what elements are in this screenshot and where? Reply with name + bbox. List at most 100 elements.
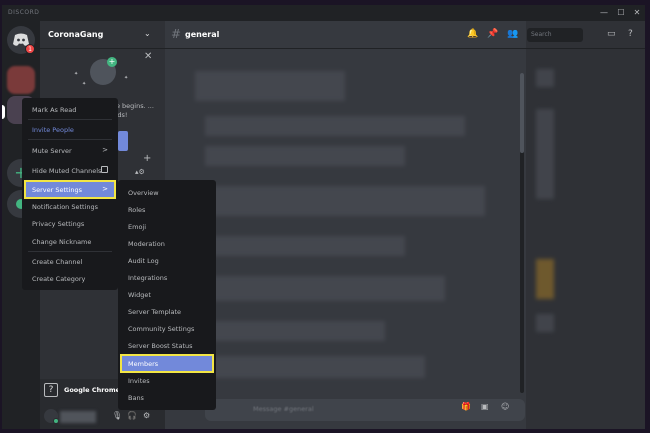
menu-item-invite-people[interactable]: Invite People <box>26 122 114 137</box>
submenu-item-widget[interactable]: Widget <box>122 287 212 302</box>
welcome-illustration: + <box>90 57 117 85</box>
menu-item-hide-muted-channels[interactable]: Hide Muted Channels <box>26 163 114 178</box>
chevron-down-icon: ⌄ <box>144 29 151 38</box>
channel-header: # general 🔔 📌 👥 Search ▭ ? <box>165 21 645 49</box>
discord-window: DISCORD — ☐ ✕ 1 + CoronaGang ⌄ ✕ + ✦ ✦ ✦… <box>2 5 645 429</box>
submenu-item-server-template[interactable]: Server Template <box>122 304 212 319</box>
chevron-right-icon: > <box>102 146 108 154</box>
server-name: CoronaGang <box>48 30 104 39</box>
menu-item-label: Privacy Settings <box>32 220 85 228</box>
inbox-icon[interactable]: ▭ <box>607 29 616 39</box>
submenu-item-server-boost-status[interactable]: Server Boost Status <box>122 338 212 353</box>
menu-divider <box>28 139 112 140</box>
home-button[interactable]: 1 <box>7 26 35 54</box>
menu-divider <box>28 251 112 252</box>
username-blurred <box>60 411 96 423</box>
add-channel-icon[interactable]: + <box>143 153 151 164</box>
user-settings-icon[interactable]: ▴⚙ <box>135 168 145 176</box>
submenu-item-roles[interactable]: Roles <box>122 202 212 217</box>
avatar[interactable] <box>44 409 59 424</box>
menu-item-server-settings[interactable]: Server Settings > <box>24 180 116 199</box>
close-icon[interactable]: ✕ <box>144 51 152 62</box>
submenu-item-integrations[interactable]: Integrations <box>122 270 212 285</box>
menu-item-label: Hide Muted Channels <box>32 167 102 175</box>
minimize-button[interactable]: — <box>598 6 610 20</box>
message-blurred <box>205 186 485 216</box>
members-icon[interactable]: 👥 <box>507 29 518 39</box>
headphones-icon[interactable]: 🎧 <box>127 411 137 420</box>
message-blurred <box>205 356 425 378</box>
submenu-item-community-settings[interactable]: Community Settings <box>122 321 212 336</box>
menu-item-label: Mark As Read <box>32 106 77 114</box>
menu-item-label: Change Nickname <box>32 238 92 246</box>
microphone-icon[interactable]: 🎙 <box>112 411 122 420</box>
menu-item-create-channel[interactable]: Create Channel <box>26 254 114 269</box>
message-blurred <box>205 146 405 166</box>
plus-icon: + <box>107 57 117 67</box>
message-blurred <box>205 321 385 341</box>
sparkle-icon: ✦ <box>82 81 87 87</box>
message-blurred <box>205 276 445 301</box>
server-settings-submenu: Overview Roles Emoji Moderation Audit Lo… <box>118 180 216 410</box>
chat-scrollbar[interactable] <box>520 73 524 393</box>
menu-item-create-category[interactable]: Create Category <box>26 271 114 286</box>
menu-item-mute-server[interactable]: Mute Server > <box>26 143 114 158</box>
bell-icon[interactable]: 🔔 <box>467 29 478 39</box>
message-blurred <box>205 236 405 256</box>
close-button[interactable]: ✕ <box>631 6 643 20</box>
member-blurred <box>536 314 554 332</box>
menu-item-label: Create Channel <box>32 258 83 266</box>
menu-item-label: Notification Settings <box>32 203 99 211</box>
welcome-button[interactable] <box>118 131 128 151</box>
gear-icon[interactable]: ⚙ <box>143 411 150 420</box>
gif-icon[interactable]: ▣ <box>481 402 489 411</box>
member-list <box>526 49 645 429</box>
maximize-button[interactable]: ☐ <box>615 6 627 20</box>
server-selected-pill <box>2 105 5 119</box>
online-status-icon <box>53 418 59 424</box>
submenu-item-members[interactable]: Members <box>120 354 214 373</box>
emoji-icon[interactable]: ☺ <box>501 402 509 411</box>
menu-item-label: Mute Server <box>32 147 72 155</box>
submenu-item-emoji[interactable]: Emoji <box>122 219 212 234</box>
menu-item-label: Server Settings <box>32 186 83 194</box>
chat-area: # general 🔔 📌 👥 Search ▭ ? Message #gene… <box>165 21 645 429</box>
menu-item-notification-settings[interactable]: Notification Settings <box>26 199 114 214</box>
message-blurred <box>195 71 345 101</box>
checkbox[interactable] <box>101 166 108 173</box>
notification-badge: 1 <box>25 44 35 54</box>
message-input[interactable]: Message #general <box>205 399 525 421</box>
hashtag-icon: # <box>171 27 182 41</box>
help-icon[interactable]: ? <box>628 29 633 39</box>
gift-icon[interactable]: 🎁 <box>461 402 471 411</box>
menu-divider <box>28 119 112 120</box>
submenu-item-audit-log[interactable]: Audit Log <box>122 253 212 268</box>
submenu-item-bans[interactable]: Bans <box>122 390 212 405</box>
menu-item-mark-as-read[interactable]: Mark As Read <box>26 102 114 117</box>
message-blurred <box>205 116 465 136</box>
title-bar: DISCORD — ☐ ✕ <box>2 5 645 21</box>
server-context-menu: Mark As Read Invite People Mute Server > … <box>22 98 118 290</box>
sparkle-icon: ✦ <box>74 71 79 77</box>
menu-item-label: Create Category <box>32 275 86 283</box>
question-icon: ? <box>44 383 58 397</box>
menu-item-label: Invite People <box>32 126 74 134</box>
member-blurred <box>536 259 554 299</box>
search-input[interactable]: Search <box>527 28 583 42</box>
sparkle-icon: ✦ <box>124 75 129 81</box>
menu-item-change-nickname[interactable]: Change Nickname <box>26 234 114 249</box>
menu-item-privacy-settings[interactable]: Privacy Settings <box>26 216 114 231</box>
server-icon[interactable] <box>7 66 35 94</box>
activity-app-name: Google Chrome <box>64 386 121 394</box>
server-header[interactable]: CoronaGang ⌄ <box>40 21 165 49</box>
channel-name: general <box>185 30 220 39</box>
submenu-item-moderation[interactable]: Moderation <box>122 236 212 251</box>
message-placeholder: Message #general <box>253 405 314 413</box>
submenu-item-overview[interactable]: Overview <box>122 185 212 200</box>
member-blurred <box>536 109 554 199</box>
app-title: DISCORD <box>8 9 40 16</box>
pin-icon[interactable]: 📌 <box>487 29 498 39</box>
submenu-item-invites[interactable]: Invites <box>122 373 212 388</box>
chevron-right-icon: > <box>102 185 108 193</box>
scrollbar-thumb[interactable] <box>520 73 524 153</box>
